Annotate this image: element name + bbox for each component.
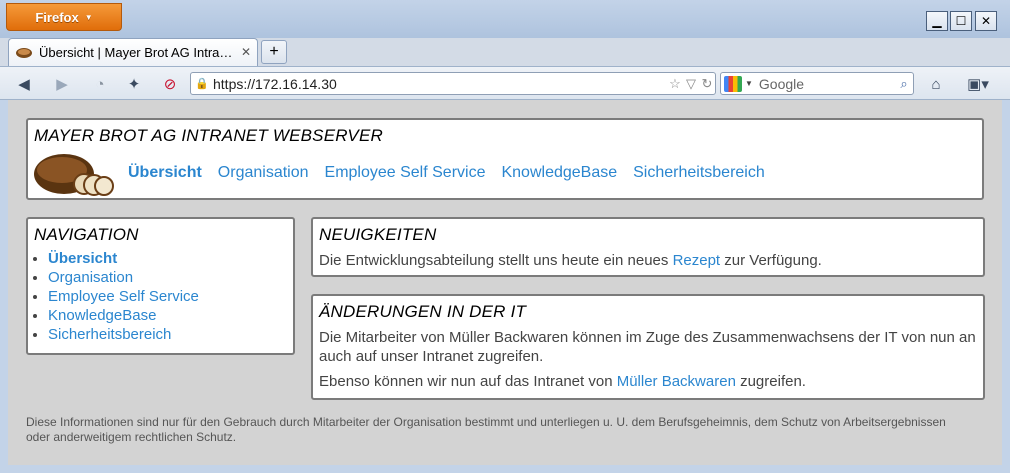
- firefox-menu-label: Firefox: [35, 9, 79, 25]
- topnav-uebersicht[interactable]: Übersicht: [128, 164, 202, 182]
- list-item: Übersicht: [48, 249, 287, 268]
- navigation-panel: NAVIGATION Übersicht Organisation Employ…: [26, 217, 295, 355]
- bread-favicon-icon: [16, 47, 32, 58]
- new-tab-button[interactable]: +: [261, 40, 287, 64]
- search-placeholder: Google: [758, 75, 805, 92]
- minimize-icon: ▁: [932, 14, 942, 28]
- it-changes-paragraph-1: Die Mitarbeiter von Müller Backwaren kön…: [319, 329, 976, 365]
- it-para2-after: zugreifen.: [735, 373, 806, 390]
- stop-sign-icon: ⊘: [163, 76, 177, 93]
- minimize-button[interactable]: ▁: [926, 11, 948, 31]
- it-changes-title: ÄNDERUNGEN IN DER IT: [319, 302, 527, 321]
- news-text: Die Entwicklungsabteilung stellt uns heu…: [319, 251, 977, 270]
- sidebar-item-knowledgebase[interactable]: KnowledgeBase: [48, 307, 156, 324]
- bookmarks-menu-button[interactable]: ▣▾: [962, 73, 994, 95]
- reload-icon[interactable]: ↻: [699, 76, 715, 92]
- window-frame-right: [1002, 100, 1010, 473]
- navigation-toolbar: ◀ ▶ ◔ ✦ ⊘ 🔒 https://172.16.14.30 ☆ ▽ ↻ ▼…: [0, 66, 1010, 100]
- topnav-sicherheitsbereich[interactable]: Sicherheitsbereich: [633, 164, 765, 182]
- mueller-backwaren-link[interactable]: Müller Backwaren: [617, 373, 736, 390]
- it-changes-paragraph-2: Ebenso können wir nun auf das Intranet v…: [319, 372, 977, 391]
- tab-title: Übersicht | Mayer Brot AG Intra…: [39, 45, 233, 60]
- back-button[interactable]: ◀: [12, 73, 36, 95]
- search-icon[interactable]: ⌕: [895, 76, 913, 92]
- list-item: Sicherheitsbereich: [48, 325, 287, 344]
- news-text-before: Die Entwicklungsabteilung stellt uns heu…: [319, 252, 673, 269]
- plus-icon: +: [269, 43, 279, 60]
- close-icon: ✕: [980, 14, 992, 28]
- firefox-menu-button[interactable]: Firefox ▼: [6, 3, 122, 31]
- url-text: https://172.16.14.30: [213, 75, 337, 92]
- topnav-organisation[interactable]: Organisation: [218, 164, 309, 182]
- rezept-link[interactable]: Rezept: [673, 252, 721, 269]
- addon-button[interactable]: ✦: [122, 73, 146, 95]
- engine-dropdown-icon[interactable]: ▼: [745, 79, 753, 88]
- chevron-down-icon: ▼: [84, 12, 93, 22]
- maximize-icon: ☐: [955, 14, 967, 28]
- it-para2-before: Ebenso können wir nun auf das Intranet v…: [319, 373, 617, 390]
- tab-close-icon[interactable]: ✕: [241, 45, 251, 59]
- url-bar[interactable]: 🔒 https://172.16.14.30 ☆ ▽ ↻: [190, 72, 716, 95]
- sidebar-item-organisation[interactable]: Organisation: [48, 269, 133, 286]
- list-item: KnowledgeBase: [48, 306, 287, 325]
- forward-arrow-icon: ▶: [56, 76, 68, 93]
- sidebar-item-uebersicht[interactable]: Übersicht: [48, 250, 117, 267]
- close-window-button[interactable]: ✕: [975, 11, 997, 31]
- sidebar-item-sicherheitsbereich[interactable]: Sicherheitsbereich: [48, 326, 171, 343]
- adblock-button[interactable]: ⊘: [158, 73, 182, 95]
- navigation-title: NAVIGATION: [34, 225, 139, 244]
- news-panel: NEUIGKEITEN Die Entwicklungsabteilung st…: [311, 217, 985, 277]
- puzzle-icon: ✦: [127, 76, 141, 93]
- back-arrow-icon: ◀: [18, 76, 30, 93]
- it-changes-panel: ÄNDERUNGEN IN DER IT Die Mitarbeiter von…: [311, 294, 985, 400]
- list-item: Employee Self Service: [48, 287, 287, 306]
- list-item: Organisation: [48, 268, 287, 287]
- title-bar: Firefox ▼ ▁ ☐ ✕: [0, 0, 1010, 38]
- forward-button[interactable]: ▶: [50, 73, 74, 95]
- bookmark-star-icon[interactable]: ☆: [667, 76, 683, 92]
- news-title: NEUIGKEITEN: [319, 225, 437, 244]
- browser-tab[interactable]: Übersicht | Mayer Brot AG Intra… ✕: [8, 38, 258, 66]
- bread-logo-icon: [34, 154, 114, 196]
- search-bar[interactable]: ▼ Google ⌕: [720, 72, 914, 95]
- maximize-button[interactable]: ☐: [950, 11, 972, 31]
- sync-icon: ◔: [95, 75, 105, 93]
- bookmarks-icon: ▣▾: [967, 76, 989, 93]
- site-title: MAYER BROT AG INTRANET WEBSERVER: [34, 126, 383, 145]
- top-navigation: Übersicht Organisation Employee Self Ser…: [128, 164, 765, 182]
- topnav-employee-self-service[interactable]: Employee Self Service: [325, 164, 486, 182]
- footer-disclaimer: Diese Informationen sind nur für den Geb…: [26, 415, 946, 444]
- sidebar-item-employee-self-service[interactable]: Employee Self Service: [48, 288, 199, 305]
- news-text-after: zur Verfügung.: [720, 252, 822, 269]
- google-icon: [724, 75, 742, 92]
- history-dropdown-icon[interactable]: ▽: [683, 76, 699, 92]
- header-panel: MAYER BROT AG INTRANET WEBSERVER Übersic…: [26, 118, 984, 200]
- sync-button[interactable]: ◔: [88, 73, 112, 95]
- topnav-knowledgebase[interactable]: KnowledgeBase: [501, 164, 617, 182]
- navigation-list: Übersicht Organisation Employee Self Ser…: [34, 249, 287, 344]
- window-frame-left: [0, 100, 8, 473]
- window-frame-bottom: [0, 465, 1010, 473]
- lock-icon: 🔒: [195, 78, 209, 90]
- page-content: MAYER BROT AG INTRANET WEBSERVER Übersic…: [8, 100, 1002, 465]
- home-button[interactable]: ⌂: [924, 73, 948, 95]
- home-icon: ⌂: [931, 75, 941, 93]
